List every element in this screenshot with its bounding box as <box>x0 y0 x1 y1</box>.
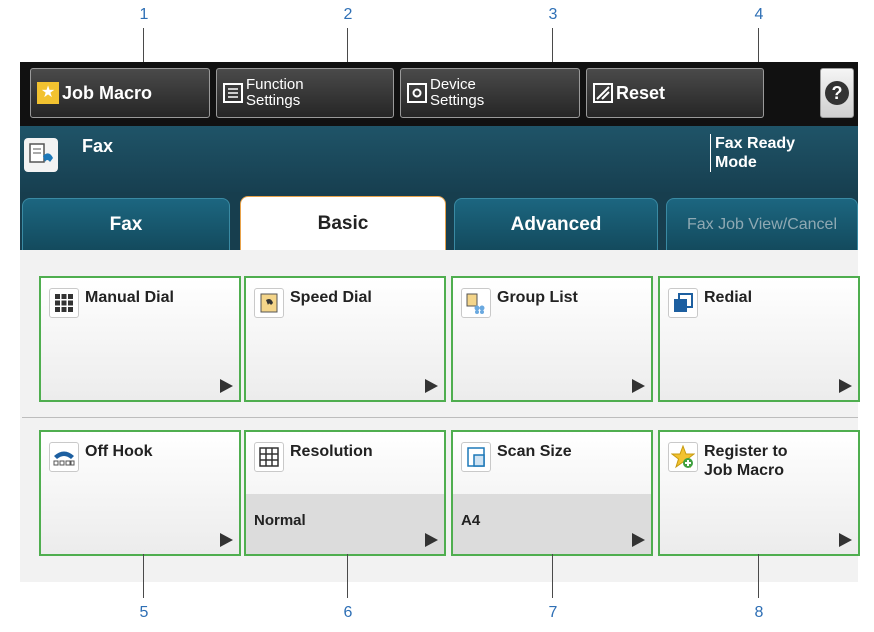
top-toolbar: ★ Job Macro Function Settings Device Set… <box>20 62 858 126</box>
callout-8: 8 <box>754 604 764 621</box>
resolution-icon <box>254 442 284 472</box>
job-macro-button[interactable]: ★ Job Macro <box>30 68 210 118</box>
callout-line-6 <box>347 554 348 598</box>
callout-line-5 <box>143 554 144 598</box>
device-settings-button[interactable]: Device Settings <box>400 68 580 118</box>
callout-6: 6 <box>343 604 353 621</box>
callout-2: 2 <box>343 6 353 23</box>
scan-size-icon <box>461 442 491 472</box>
mode-header: Fax Fax Ready Mode <box>20 126 858 192</box>
arrow-right-icon <box>425 533 438 547</box>
tile-label: Manual Dial <box>85 289 174 306</box>
arrow-right-icon <box>839 379 852 393</box>
callout-1: 1 <box>139 6 149 23</box>
callout-line-7 <box>552 554 553 598</box>
resolution-tile[interactable]: Resolution Normal <box>244 430 446 556</box>
tab-basic[interactable]: Basic <box>240 196 446 250</box>
arrow-right-icon <box>220 533 233 547</box>
off-hook-tile[interactable]: Off Hook <box>39 430 241 556</box>
tile-label: Resolution <box>290 443 373 460</box>
device-settings-icon <box>407 83 427 103</box>
scan-size-tile[interactable]: Scan Size A4 <box>451 430 653 556</box>
help-button[interactable]: ? <box>820 68 854 118</box>
redial-icon <box>668 288 698 318</box>
status-text: Fax Ready Mode <box>710 134 855 172</box>
callout-line-8 <box>758 554 759 598</box>
redial-tile[interactable]: Redial <box>658 276 860 402</box>
speed-dial-tile[interactable]: Speed Dial <box>244 276 446 402</box>
arrow-right-icon <box>425 379 438 393</box>
function-settings-button[interactable]: Function Settings <box>216 68 394 118</box>
callout-7: 7 <box>548 604 558 621</box>
tile-label: Off Hook <box>85 443 153 460</box>
tab-fax-job-view-cancel[interactable]: Fax Job View/Cancel <box>666 198 858 250</box>
arrow-right-icon <box>632 379 645 393</box>
list-icon <box>223 83 243 103</box>
help-icon: ? <box>825 81 849 105</box>
tile-label: Redial <box>704 289 753 306</box>
mode-title: Fax <box>82 136 114 156</box>
callout-4: 4 <box>754 6 764 23</box>
tile-label: Speed Dial <box>290 289 372 306</box>
register-macro-icon <box>668 442 698 472</box>
keypad-icon <box>49 288 79 318</box>
scan-size-value: A4 <box>453 494 651 554</box>
speed-dial-icon <box>254 288 284 318</box>
manual-dial-tile[interactable]: Manual Dial <box>39 276 241 402</box>
group-list-tile[interactable]: Group List <box>451 276 653 402</box>
tile-label: Scan Size <box>497 443 572 460</box>
arrow-right-icon <box>220 379 233 393</box>
tab-bar: Fax Basic Advanced Fax Job View/Cancel <box>20 192 858 250</box>
tile-label: Group List <box>497 289 578 306</box>
row-divider <box>22 417 858 418</box>
register-to-job-macro-tile[interactable]: Register to Job Macro <box>658 430 860 556</box>
group-list-icon <box>461 288 491 318</box>
arrow-right-icon <box>839 533 852 547</box>
star-icon: ★ <box>37 82 59 104</box>
tab-fax[interactable]: Fax <box>22 198 230 250</box>
tile-label: Register to Job Macro <box>704 443 788 479</box>
reset-button[interactable]: Reset <box>586 68 764 118</box>
tab-advanced[interactable]: Advanced <box>454 198 658 250</box>
arrow-right-icon <box>632 533 645 547</box>
callout-5: 5 <box>139 604 149 621</box>
resolution-value: Normal <box>246 494 444 554</box>
fax-icon <box>24 138 58 172</box>
off-hook-icon <box>49 442 79 472</box>
callout-3: 3 <box>548 6 558 23</box>
reset-icon <box>593 83 613 103</box>
